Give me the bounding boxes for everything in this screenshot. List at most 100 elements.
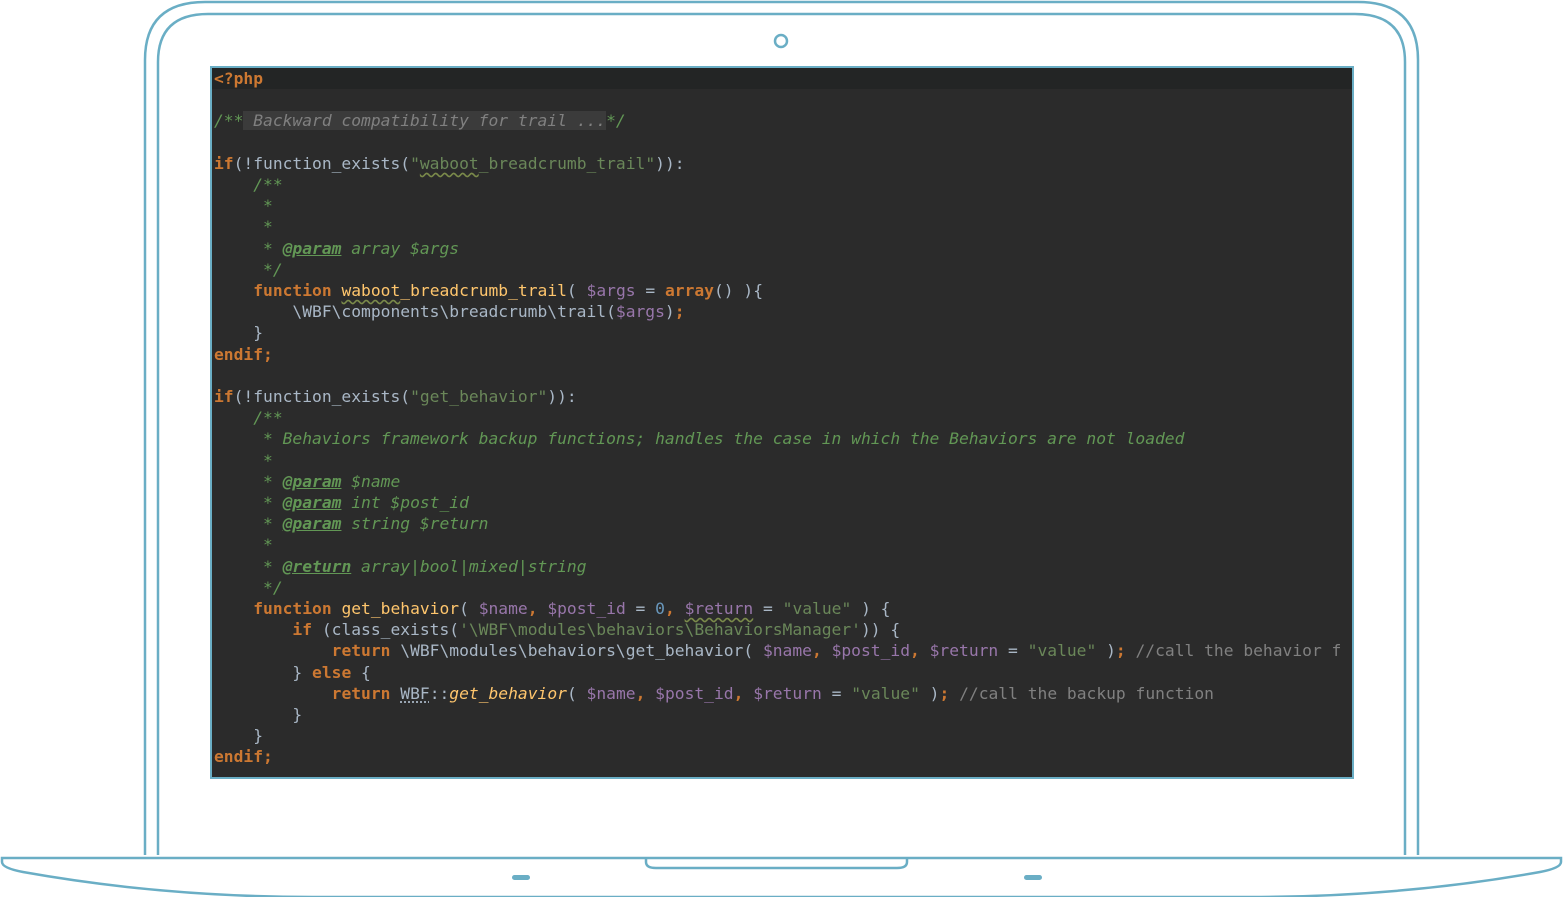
code-line[interactable]: * xyxy=(214,534,273,555)
code-token: @param xyxy=(282,238,342,258)
code-token: get_behavior xyxy=(449,683,567,703)
camera-icon xyxy=(773,33,789,49)
code-line[interactable]: function get_behavior( $name, $post_id =… xyxy=(214,598,890,619)
code-token: $post_id xyxy=(547,599,626,618)
code-line[interactable]: if (class_exists('\WBF\modules\behaviors… xyxy=(214,619,900,640)
code-line[interactable]: endif; xyxy=(214,746,273,767)
code-token: /** xyxy=(214,111,244,131)
code-line[interactable]: /** xyxy=(214,407,282,428)
code-token: * xyxy=(263,556,283,576)
code-token: , xyxy=(811,641,832,661)
code-token: { xyxy=(351,662,371,682)
code-token: */ xyxy=(606,111,626,131)
code-token: = xyxy=(821,683,852,703)
code-token: ( xyxy=(459,599,479,618)
code-token: //call the behavior f xyxy=(1135,641,1342,661)
code-token: $args xyxy=(615,302,665,322)
code-token: string $return xyxy=(341,514,489,534)
code-token: , xyxy=(910,641,930,661)
code-line[interactable]: } xyxy=(214,322,263,343)
code-token: $name xyxy=(341,471,401,491)
code-token: \WBF\modules\behaviors\get_behavior( xyxy=(400,641,763,661)
code-token: * xyxy=(263,238,283,258)
code-token: array|bool|mixed|string xyxy=(351,556,587,576)
code-line[interactable]: if(!function_exists("waboot_breadcrumb_t… xyxy=(214,153,685,174)
code-line[interactable]: function waboot_breadcrumb_trail( $args … xyxy=(214,280,763,301)
code-token: int $post_id xyxy=(341,493,469,512)
code-token: $name xyxy=(586,683,636,703)
code-line[interactable]: * xyxy=(214,450,273,471)
code-token: array $args xyxy=(341,238,460,258)
code-line[interactable]: /** Backward compatibility for trail ...… xyxy=(214,110,626,131)
code-token: } xyxy=(214,662,313,682)
code-line[interactable]: * @param array $args xyxy=(214,238,459,259)
code-token: } xyxy=(214,726,264,746)
code-line[interactable]: } xyxy=(214,725,263,746)
code-token: = xyxy=(998,641,1028,661)
code-token: * xyxy=(263,535,273,555)
code-token: waboot xyxy=(341,281,401,300)
code-line[interactable]: /** xyxy=(214,174,283,195)
code-token: } xyxy=(214,323,264,343)
code-token: \WBF\components\breadcrumb\trail( xyxy=(214,302,616,322)
code-line[interactable]: */ xyxy=(214,577,283,598)
code-line[interactable]: endif; xyxy=(214,344,273,365)
code-token: /** xyxy=(253,175,283,194)
code-line[interactable]: * @param string $return xyxy=(214,513,489,534)
code-line[interactable]: if(!function_exists("get_behavior")): xyxy=(214,386,577,407)
code-token: = xyxy=(625,599,656,618)
code-token: @param xyxy=(282,471,342,491)
code-token: ) xyxy=(1096,641,1116,661)
code-token: )): xyxy=(655,153,685,173)
code-token: , xyxy=(527,599,548,618)
code-token: ( xyxy=(566,683,587,703)
code-token: "value" xyxy=(1027,641,1097,661)
code-token: $return xyxy=(684,599,754,618)
code-token: endif; xyxy=(214,344,273,364)
code-line[interactable]: * @return array|bool|mixed|string xyxy=(214,556,587,577)
code-line[interactable]: return WBF::get_behavior( $name, $post_i… xyxy=(214,683,1214,704)
code-token: $post_id xyxy=(655,683,734,703)
code-token: <?php xyxy=(214,69,264,88)
code-line[interactable]: <?php xyxy=(212,68,1352,89)
code-token: ; xyxy=(1115,641,1136,661)
code-line[interactable]: } else { xyxy=(214,662,371,683)
code-line[interactable]: * @param int $post_id xyxy=(214,492,469,513)
code-token: (!function_exists( xyxy=(233,387,411,406)
code-token: ; xyxy=(674,302,685,322)
code-editor[interactable]: <?php /** Backward compatibility for trai… xyxy=(210,66,1354,779)
code-token: } xyxy=(214,705,303,724)
code-token: $return xyxy=(753,683,822,703)
code-token: = xyxy=(753,599,783,618)
code-line[interactable]: } xyxy=(214,704,302,725)
code-token: * xyxy=(263,217,273,237)
code-token: if xyxy=(214,153,234,173)
code-token: if xyxy=(214,387,234,406)
code-line[interactable]: return \WBF\modules\behaviors\get_behavi… xyxy=(214,640,1342,661)
code-line[interactable]: * xyxy=(214,195,273,216)
code-token: */ xyxy=(263,577,283,597)
code-token: ( xyxy=(566,281,587,300)
code-token: * xyxy=(263,471,283,491)
code-token: Backward compatibility for trail ... xyxy=(243,111,607,131)
code-token: $post_id xyxy=(831,641,910,661)
code-line[interactable]: * Behaviors framework backup functions; … xyxy=(214,428,1184,449)
code-line[interactable]: * xyxy=(214,216,273,237)
code-token: 0 xyxy=(655,599,665,618)
code-line[interactable]: \WBF\components\breadcrumb\trail($args); xyxy=(214,301,685,322)
code-token: (!function_exists( xyxy=(233,153,411,173)
code-line[interactable]: */ xyxy=(214,259,283,280)
code-line[interactable]: * @param $name xyxy=(214,471,400,492)
